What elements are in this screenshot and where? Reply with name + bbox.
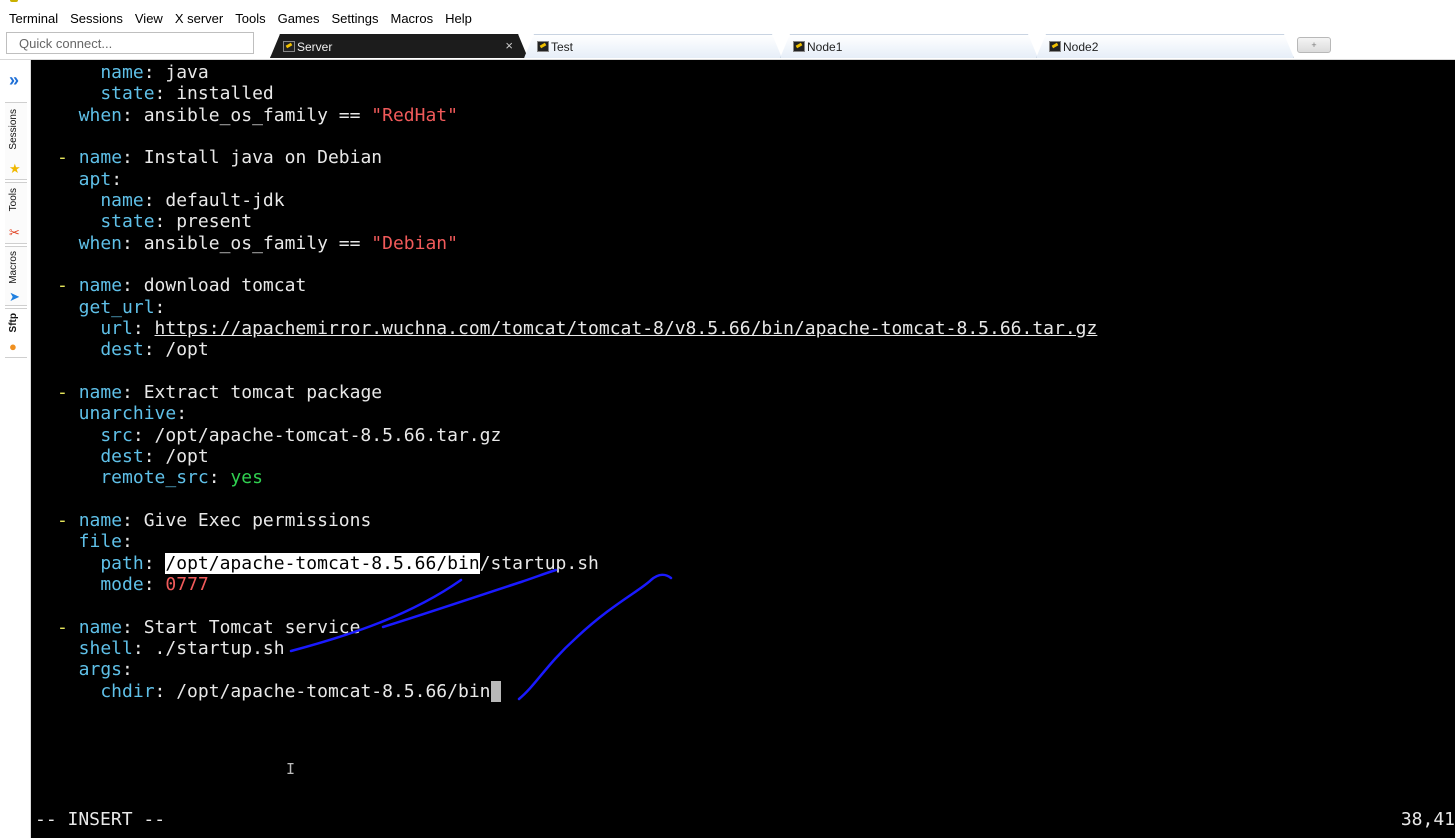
expand-chevron-icon[interactable]: » xyxy=(9,70,19,91)
annotation-stroke xyxy=(289,578,463,653)
tab-label: Server xyxy=(297,40,333,54)
terminal-icon xyxy=(1049,41,1061,52)
sidebar-tab-sftp[interactable]: Sftp ● xyxy=(5,308,27,358)
menu-settings[interactable]: Settings xyxy=(327,5,386,26)
tab-server[interactable]: Server × xyxy=(270,34,528,58)
menu-tools[interactable]: Tools xyxy=(230,5,272,26)
sidebar-tab-label: Sftp xyxy=(8,313,19,333)
terminal-icon xyxy=(537,41,549,52)
vim-mode-indicator: -- INSERT -- xyxy=(35,809,166,830)
tab-label: Node2 xyxy=(1063,40,1099,54)
sidebar-tab-label: Sessions xyxy=(8,109,19,150)
sidebar-tab-label: Tools xyxy=(8,188,19,212)
menu-bar: Terminal Sessions View X server Tools Ga… xyxy=(0,0,1455,30)
annotation-stroke xyxy=(517,573,673,701)
menu-terminal[interactable]: Terminal xyxy=(4,5,65,26)
pen-annotation-strokes xyxy=(289,568,673,701)
tab-test[interactable]: Test xyxy=(524,34,782,58)
tools-icon: ✂ xyxy=(9,225,20,240)
send-icon: ➤ xyxy=(9,289,20,304)
close-icon[interactable]: × xyxy=(505,38,513,53)
menu-macros[interactable]: Macros xyxy=(385,5,440,26)
menu-help[interactable]: Help xyxy=(440,5,479,26)
app-icon xyxy=(10,0,18,2)
terminal-screen[interactable]: name: java state: installed when: ansibl… xyxy=(31,60,1455,838)
terminal-icon xyxy=(793,41,805,52)
annotation-stroke xyxy=(381,568,558,629)
menu-x-server[interactable]: X server xyxy=(170,5,230,26)
sidebar-tab-macros[interactable]: Macros ➤ xyxy=(5,246,27,306)
sidebar-tab-label: Macros xyxy=(8,251,19,284)
sidebar-tab-tools[interactable]: Tools ✂ xyxy=(5,182,27,244)
terminal-icon xyxy=(283,41,295,52)
star-icon: ★ xyxy=(9,161,21,176)
tab-label: Test xyxy=(551,40,574,54)
sidebar-tab-sessions[interactable]: Sessions ★ xyxy=(5,102,27,180)
new-tab-button[interactable]: + xyxy=(1297,37,1331,53)
side-panel: » Sessions ★ Tools ✂ Macros ➤ Sftp ● xyxy=(0,60,31,838)
menu-view[interactable]: View xyxy=(130,5,170,26)
tab-node2[interactable]: Node2 xyxy=(1036,34,1294,58)
quick-connect-input[interactable]: Quick connect... xyxy=(6,32,254,54)
sftp-icon: ● xyxy=(9,339,17,354)
menu-games[interactable]: Games xyxy=(273,5,327,26)
cursor-position: 38,41 xyxy=(1400,809,1455,830)
tab-bar: Quick connect... Server × Test Node1 Nod… xyxy=(0,30,1455,60)
tab-label: Node1 xyxy=(807,40,843,54)
menu-sessions[interactable]: Sessions xyxy=(65,5,130,26)
tab-node1[interactable]: Node1 xyxy=(780,34,1038,58)
